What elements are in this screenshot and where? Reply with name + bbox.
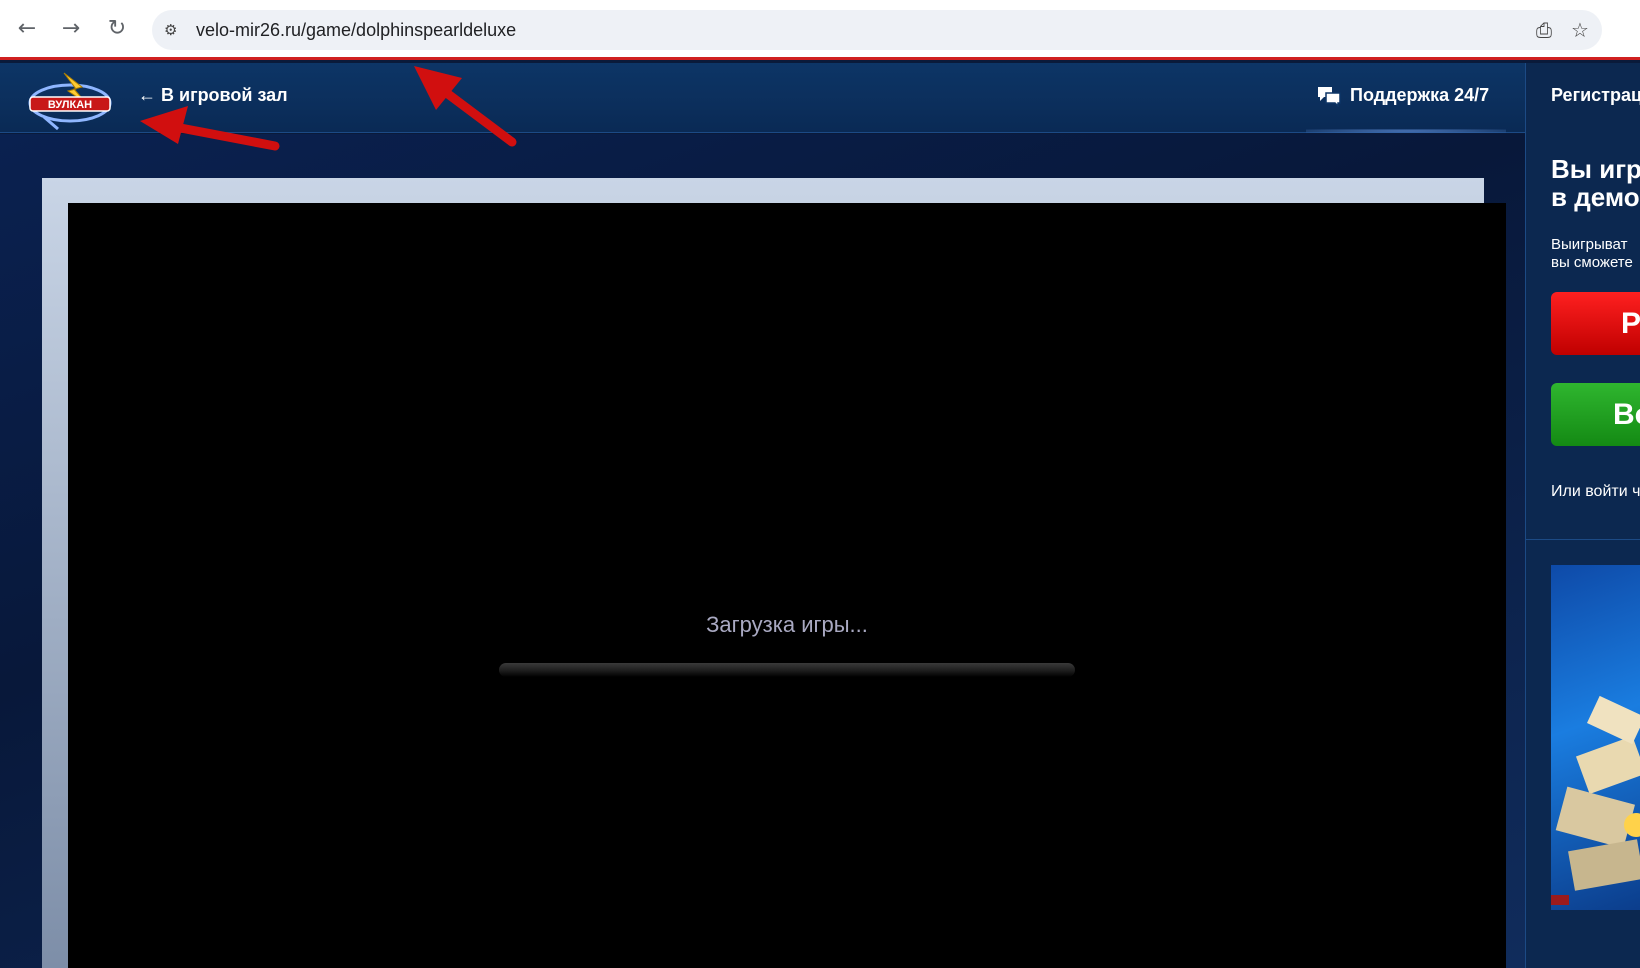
forward-arrow-icon[interactable]: → <box>56 14 86 44</box>
game-canvas[interactable] <box>68 203 1506 968</box>
login-button[interactable]: Во <box>1551 383 1640 446</box>
loading-progress-bar <box>499 663 1075 677</box>
register-button[interactable]: Р <box>1551 292 1640 355</box>
reload-icon[interactable]: ↻ <box>102 14 132 44</box>
back-arrow-icon[interactable]: ← <box>12 14 42 44</box>
loading-label: Загрузка игры... <box>706 612 868 637</box>
browser-toolbar: ← → ↻ ⚙ velo-mir26.ru/game/dolphinspearl… <box>0 0 1640 60</box>
demo-title: Вы игра в демо <box>1551 155 1640 211</box>
demo-title-line2: в демо <box>1551 182 1640 212</box>
address-bar[interactable]: ⚙ velo-mir26.ru/game/dolphinspearldeluxe… <box>152 10 1602 50</box>
url-text[interactable]: velo-mir26.ru/game/dolphinspearldeluxe <box>196 20 516 41</box>
site-info-icon[interactable]: ⚙ <box>164 20 184 40</box>
right-sidebar: Регистрац Вы игра в демо Выигрыват вы см… <box>1525 63 1640 968</box>
sidebar-divider <box>1526 539 1640 540</box>
demo-description-line2: вы сможете <box>1551 254 1633 271</box>
bookmark-star-icon[interactable]: ☆ <box>1568 18 1592 42</box>
chat-bubbles-icon <box>1318 87 1341 107</box>
back-to-lobby-link[interactable]: ← В игровой зал <box>138 85 288 106</box>
support-underline <box>1306 129 1506 133</box>
social-login-text[interactable]: Или войти ч <box>1551 483 1640 501</box>
install-app-icon[interactable]: ⎙ <box>1532 18 1556 42</box>
demo-title-line1: Вы игра <box>1551 154 1640 184</box>
vulkan-logo[interactable]: ВУЛКАН <box>24 69 116 131</box>
register-link[interactable]: Регистрац <box>1551 85 1640 106</box>
demo-description: Выигрыват вы сможете <box>1551 236 1633 272</box>
logo-text: ВУЛКАН <box>48 99 92 111</box>
site-header: ВУЛКАН ← В игровой зал Поддержка 24/7 <box>0 63 1525 133</box>
support-link[interactable]: Поддержка 24/7 <box>1350 85 1489 106</box>
demo-description-line1: Выигрыват <box>1551 236 1628 253</box>
